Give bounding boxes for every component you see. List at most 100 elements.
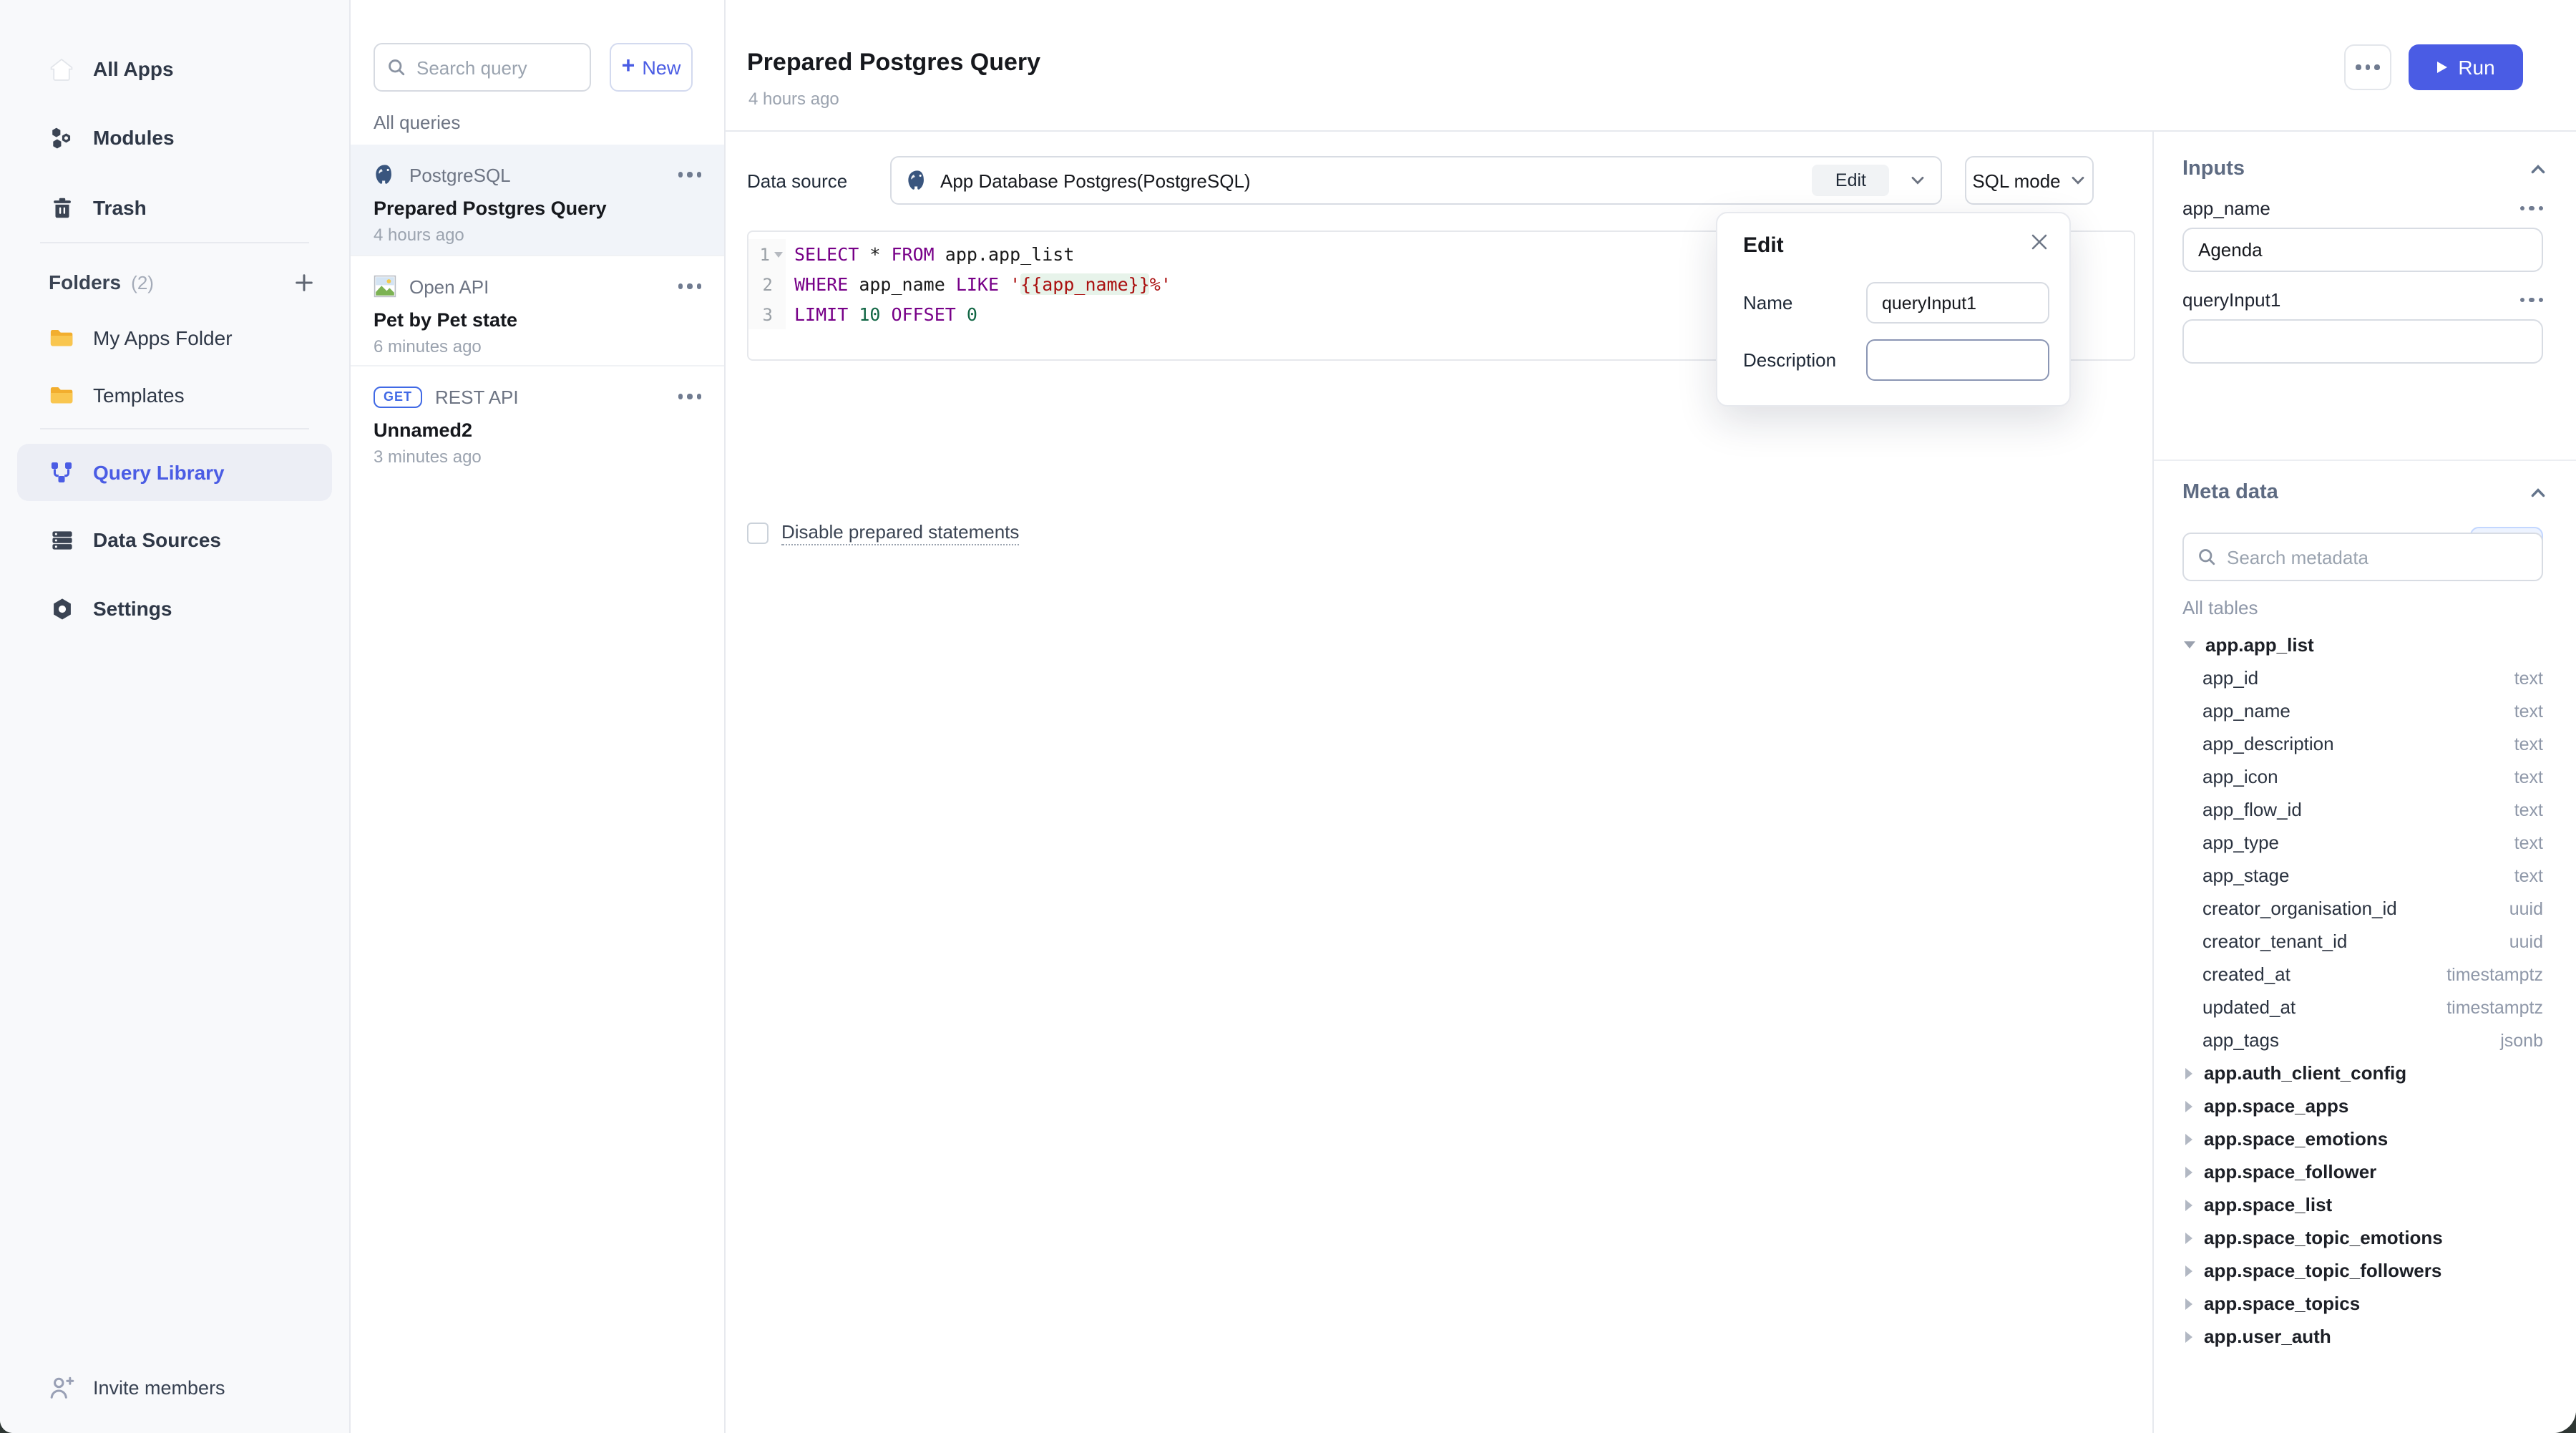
input-field-value[interactable] bbox=[2182, 228, 2543, 272]
description-label: Description bbox=[1743, 349, 1836, 371]
invite-members-label: Invite members bbox=[93, 1377, 225, 1399]
table-column-row: creator_organisation_iduuid bbox=[2182, 892, 2543, 925]
header-more-button[interactable] bbox=[2344, 44, 2391, 90]
invite-members-button[interactable]: Invite members bbox=[49, 1374, 225, 1402]
sql-mode-select[interactable]: SQL mode bbox=[1965, 156, 2094, 205]
query-list-item[interactable]: PostgreSQLPrepared Postgres Query4 hours… bbox=[351, 145, 724, 255]
column-name: app_type bbox=[2202, 832, 2279, 853]
sidebar-item-label: Templates bbox=[93, 384, 185, 407]
close-icon[interactable] bbox=[2029, 232, 2049, 252]
line-number-gutter: 2 bbox=[748, 269, 786, 299]
run-button[interactable]: Run bbox=[2409, 44, 2523, 90]
column-name: app_flow_id bbox=[2202, 799, 2302, 820]
table-node-expanded[interactable]: app.app_list bbox=[2182, 628, 2543, 661]
inputs-title: Inputs bbox=[2182, 157, 2245, 180]
data-source-edit-button[interactable]: Edit bbox=[1813, 165, 1889, 196]
query-search-input[interactable] bbox=[416, 57, 578, 78]
line-number-gutter: 1 bbox=[748, 239, 786, 269]
new-query-button[interactable]: + New bbox=[610, 43, 693, 92]
sidebar-item-data-sources[interactable]: Data Sources bbox=[0, 511, 349, 568]
triangle-right-icon bbox=[2185, 1331, 2192, 1342]
chevron-down-icon bbox=[2069, 172, 2087, 189]
sidebar-item-trash[interactable]: Trash bbox=[0, 179, 349, 236]
sql-token: %' bbox=[1150, 273, 1171, 295]
metadata-section-header: Meta data bbox=[2182, 481, 2547, 504]
data-source-row: Data source App Database Postgres(Postgr… bbox=[747, 156, 2094, 205]
query-time: 3 minutes ago bbox=[374, 447, 701, 467]
checkbox-unchecked[interactable] bbox=[747, 523, 769, 544]
column-type: text bbox=[2514, 767, 2543, 787]
trash-icon bbox=[49, 195, 74, 220]
table-node-collapsed[interactable]: app.user_auth bbox=[2182, 1320, 2543, 1353]
table-node-collapsed[interactable]: app.space_apps bbox=[2182, 1089, 2543, 1122]
table-node-collapsed[interactable]: app.space_follower bbox=[2182, 1155, 2543, 1188]
column-type: uuid bbox=[2509, 898, 2543, 918]
home-icon bbox=[49, 56, 74, 82]
sidebar-item-my-apps-folder[interactable]: My Apps Folder bbox=[0, 309, 349, 366]
table-column-row: app_tagsjsonb bbox=[2182, 1024, 2543, 1056]
sidebar-item-settings[interactable]: Settings bbox=[0, 580, 349, 637]
query-list-item[interactable]: Open API Pet by Pet state 6 minutes ago bbox=[351, 255, 724, 365]
disable-prepared-statements-row[interactable]: Disable prepared statements bbox=[747, 521, 1019, 545]
query-item-menu-button[interactable] bbox=[678, 394, 701, 399]
query-list: PostgreSQLPrepared Postgres Query4 hours… bbox=[351, 145, 724, 475]
sidebar-item-modules[interactable]: Modules bbox=[0, 109, 349, 166]
query-search-box bbox=[374, 43, 591, 92]
table-node-collapsed[interactable]: app.space_emotions bbox=[2182, 1122, 2543, 1155]
metadata-tree: app.app_listapp_idtextapp_nametextapp_de… bbox=[2182, 628, 2543, 1353]
table-node-collapsed[interactable]: app.space_topic_emotions bbox=[2182, 1221, 2543, 1254]
table-node-collapsed[interactable]: app.space_topics bbox=[2182, 1287, 2543, 1320]
triangle-down-icon bbox=[2184, 641, 2195, 649]
chevron-up-icon[interactable] bbox=[2529, 483, 2547, 502]
sidebar-divider bbox=[40, 242, 309, 243]
input-field-menu-button[interactable] bbox=[2519, 206, 2543, 211]
query-time: 6 minutes ago bbox=[374, 336, 701, 356]
sidebar-item-query-library[interactable]: Query Library bbox=[17, 444, 332, 501]
sidebar-item-templates[interactable]: Templates bbox=[0, 366, 349, 424]
query-item-menu-button[interactable] bbox=[678, 173, 701, 178]
query-source-label: REST API bbox=[435, 386, 519, 407]
query-name: Pet by Pet state bbox=[374, 309, 701, 331]
input-field-label: app_name bbox=[2182, 198, 2270, 219]
query-source-label: Open API bbox=[409, 276, 489, 297]
input-field-menu-button[interactable] bbox=[2519, 298, 2543, 303]
metadata-search-input[interactable] bbox=[2227, 546, 2529, 568]
query-list-item[interactable]: GETREST APIUnnamed23 minutes ago bbox=[351, 365, 724, 475]
table-column-row: created_attimestamptz bbox=[2182, 958, 2543, 991]
chevron-down-icon[interactable] bbox=[1909, 172, 1926, 189]
folder-icon bbox=[49, 325, 74, 351]
table-column-row: app_descriptiontext bbox=[2182, 727, 2543, 760]
disable-prepared-statements-label: Disable prepared statements bbox=[781, 521, 1019, 545]
table-node-collapsed[interactable]: app.auth_client_config bbox=[2182, 1056, 2543, 1089]
chevron-up-icon[interactable] bbox=[2529, 160, 2547, 178]
column-name: app_description bbox=[2202, 733, 2334, 754]
table-name: app.space_follower bbox=[2204, 1161, 2376, 1182]
line-number: 1 bbox=[760, 244, 770, 264]
query-item-header: PostgreSQL bbox=[374, 162, 701, 188]
triangle-right-icon bbox=[2185, 1298, 2192, 1309]
column-name: creator_tenant_id bbox=[2202, 931, 2347, 952]
folders-label: Folders bbox=[49, 271, 121, 293]
table-column-row: app_nametext bbox=[2182, 694, 2543, 727]
table-node-collapsed[interactable]: app.space_list bbox=[2182, 1188, 2543, 1221]
column-name: app_name bbox=[2202, 700, 2290, 722]
data-source-select[interactable]: App Database Postgres(PostgreSQL) Edit bbox=[890, 156, 1942, 205]
query-library-icon bbox=[49, 460, 74, 485]
sidebar-item-all-apps[interactable]: All Apps bbox=[0, 40, 349, 97]
query-list-panel: + New All queries PostgreSQLPrepared Pos… bbox=[351, 0, 726, 1433]
invite-members-icon bbox=[49, 1374, 76, 1402]
sql-token: ' bbox=[1010, 273, 1020, 295]
name-input[interactable] bbox=[1866, 282, 2049, 324]
query-header: Prepared Postgres Query 4 hours ago Run bbox=[726, 0, 2576, 132]
metadata-title: Meta data bbox=[2182, 481, 2278, 504]
description-input[interactable] bbox=[1866, 339, 2049, 381]
sql-token: 10 bbox=[859, 303, 880, 325]
input-field-value[interactable] bbox=[2182, 319, 2543, 364]
query-time: 4 hours ago bbox=[374, 225, 701, 245]
table-node-collapsed[interactable]: app.space_topic_followers bbox=[2182, 1254, 2543, 1287]
add-folder-button[interactable] bbox=[293, 271, 315, 293]
sql-token: LIMIT bbox=[794, 303, 848, 325]
query-item-menu-button[interactable] bbox=[678, 284, 701, 289]
query-item-header: Open API bbox=[374, 273, 701, 299]
triangle-right-icon bbox=[2185, 1100, 2192, 1112]
